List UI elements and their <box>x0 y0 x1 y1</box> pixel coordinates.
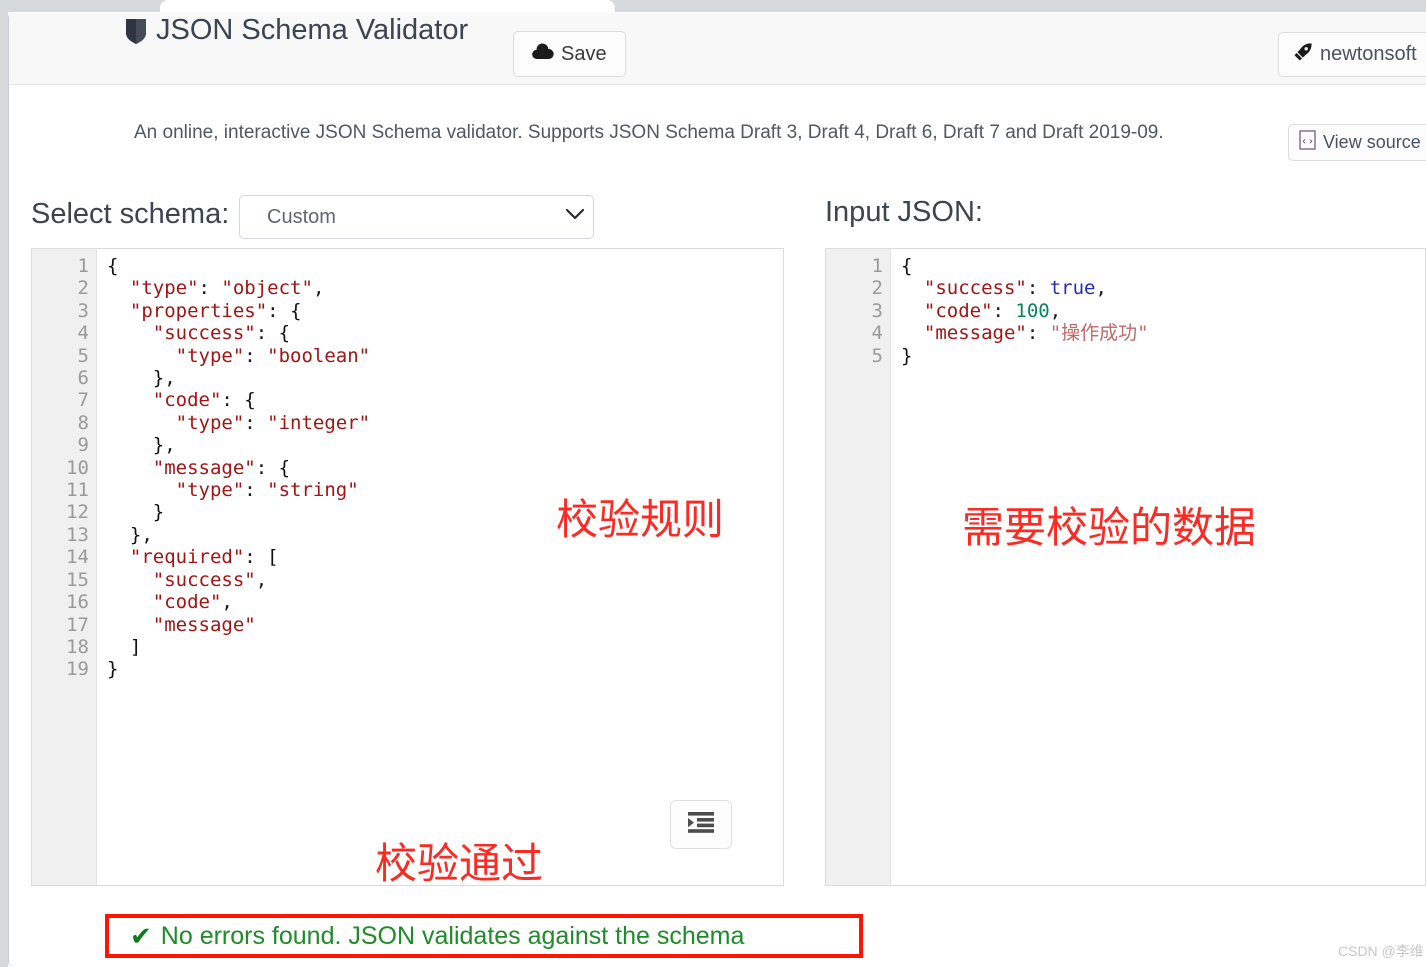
browser-chrome-strip <box>0 0 1426 12</box>
schema-editor[interactable]: 1 2 3 4 5 6 7 8 9 10 11 12 13 14 15 16 1… <box>31 248 784 886</box>
format-json-button[interactable] <box>670 800 732 849</box>
input-json-editor[interactable]: 1 2 3 4 5 { "success": true, "code": 100… <box>825 248 1426 886</box>
input-json-label: Input JSON: <box>825 196 983 228</box>
watermark: CSDN @李维 <box>1338 943 1424 959</box>
save-button[interactable]: Save <box>513 31 626 77</box>
code-file-icon: ‹› <box>1299 130 1316 155</box>
rocket-icon <box>1293 42 1313 68</box>
newtonsoft-button-label: newtonsoft <box>1320 43 1417 65</box>
schema-line-numbers: 1 2 3 4 5 6 7 8 9 10 11 12 13 14 15 16 1… <box>66 255 89 681</box>
page-description: An online, interactive JSON Schema valid… <box>134 122 1164 143</box>
brand: JSON Schema Validator <box>125 14 468 47</box>
newtonsoft-button[interactable]: newtonsoft <box>1278 32 1426 77</box>
browser-left-edge <box>0 0 8 967</box>
schema-select[interactable]: Custom <box>239 195 594 239</box>
annotation-validation-passed: 校验通过 <box>375 839 544 888</box>
status-message: No errors found. JSON validates against … <box>160 921 745 950</box>
cloud-upload-icon <box>532 43 554 66</box>
input-line-numbers: 1 2 3 4 5 <box>871 255 883 367</box>
page-root: JSON Schema Validator Save newtonsoft An… <box>0 0 1426 967</box>
annotation-data-to-validate: 需要校验的数据 <box>962 503 1257 552</box>
schema-editor-gutter: 1 2 3 4 5 6 7 8 9 10 11 12 13 14 15 16 1… <box>32 249 97 885</box>
input-editor-code[interactable]: { "success": true, "code": 100, "message… <box>901 255 1421 367</box>
indent-format-icon <box>686 810 716 839</box>
shield-icon <box>125 17 147 45</box>
svg-text:‹›: ‹› <box>1301 135 1314 148</box>
select-schema-label: Select schema: <box>31 198 230 230</box>
view-source-button[interactable]: ‹› View source <box>1288 124 1426 161</box>
browser-tab[interactable] <box>160 0 615 12</box>
app-title: JSON Schema Validator <box>156 14 469 46</box>
save-button-label: Save <box>561 42 607 65</box>
check-mark-icon: ✔ <box>130 921 152 951</box>
schema-editor-code[interactable]: { "type": "object", "properties": { "suc… <box>107 255 779 681</box>
input-editor-gutter: 1 2 3 4 5 <box>826 249 891 885</box>
annotation-validation-rules: 校验规则 <box>556 495 725 544</box>
status-badge: ✔ No errors found. JSON validates agains… <box>130 922 744 951</box>
view-source-button-label: View source <box>1323 132 1421 152</box>
validation-status-box: ✔ No errors found. JSON validates agains… <box>105 914 863 958</box>
